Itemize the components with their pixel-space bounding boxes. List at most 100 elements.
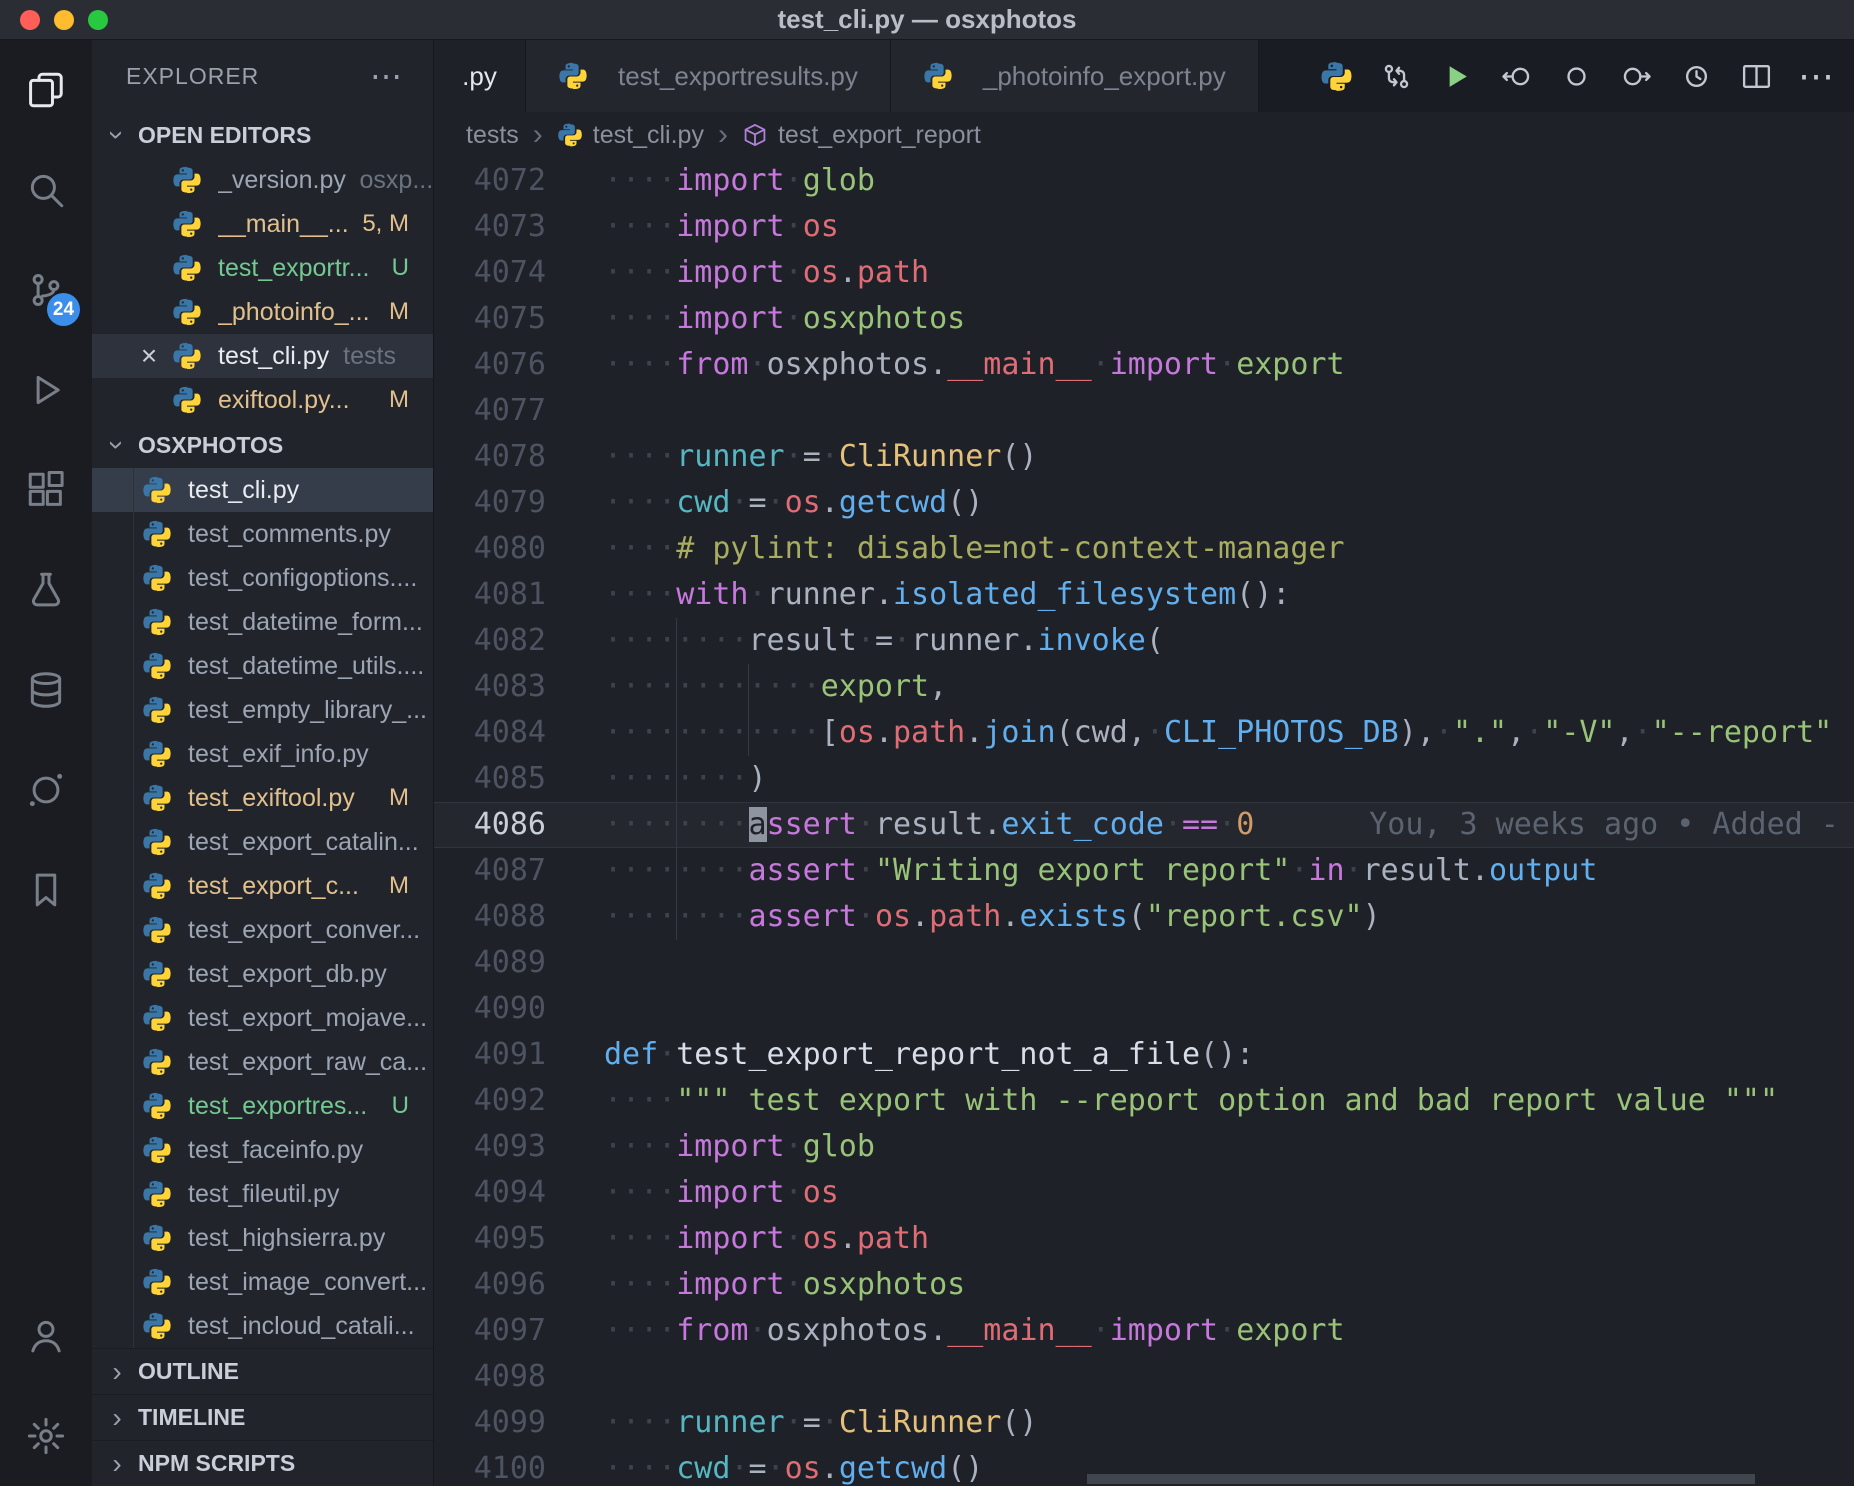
section-outline[interactable]: ›OUTLINE xyxy=(92,1348,433,1394)
run-below-icon[interactable] xyxy=(1606,40,1666,112)
code-line[interactable]: 4083············export, xyxy=(434,664,1854,710)
line-number[interactable]: 4078 xyxy=(434,434,584,480)
zoom-window-button[interactable] xyxy=(88,10,108,30)
open-editors-section-header[interactable]: › OPEN EDITORS xyxy=(92,112,433,158)
file-tree-item[interactable]: test_incloud_catali... xyxy=(92,1304,433,1348)
code-line[interactable]: 4095····import·os.path xyxy=(434,1216,1854,1262)
close-window-button[interactable] xyxy=(20,10,40,30)
file-tree-item[interactable]: test_image_convert... xyxy=(92,1260,433,1304)
file-tree-item[interactable]: test_exif_info.py xyxy=(92,732,433,776)
file-tree-item[interactable]: test_exiftool.pyM xyxy=(92,776,433,820)
line-number[interactable]: 4099 xyxy=(434,1400,584,1446)
line-number[interactable]: 4073 xyxy=(434,204,584,250)
code-line[interactable]: 4078····runner·=·CliRunner() xyxy=(434,434,1854,480)
section-timeline[interactable]: ›TIMELINE xyxy=(92,1394,433,1440)
python-logo-icon[interactable] xyxy=(1306,40,1366,112)
line-number[interactable]: 4093 xyxy=(434,1124,584,1170)
file-tree-item[interactable]: test_exportres...U xyxy=(92,1084,433,1128)
line-number[interactable]: 4077 xyxy=(434,388,584,434)
file-tree-item[interactable]: test_export_db.py xyxy=(92,952,433,996)
project-section-header[interactable]: › OSXPHOTOS xyxy=(92,422,433,468)
open-editor-item[interactable]: __main__...5, M xyxy=(92,202,433,246)
search-icon[interactable] xyxy=(0,140,92,240)
open-editor-item[interactable]: _photoinfo_...M xyxy=(92,290,433,334)
code-line[interactable]: 4080····# pylint: disable=not-context-ma… xyxy=(434,526,1854,572)
split-editor-icon[interactable] xyxy=(1726,40,1786,112)
code-line[interactable]: 4077 xyxy=(434,388,1854,434)
file-tree-item[interactable]: test_export_raw_ca... xyxy=(92,1040,433,1084)
open-editor-item[interactable]: exiftool.py...M xyxy=(92,378,433,422)
file-tree-item[interactable]: test_fileutil.py xyxy=(92,1172,433,1216)
code-line[interactable]: 4082········result·=·runner.invoke( xyxy=(434,618,1854,664)
horizontal-scrollbar[interactable] xyxy=(1087,1474,1754,1484)
extensions-icon[interactable] xyxy=(0,440,92,540)
run-python-file-button[interactable] xyxy=(1426,40,1486,112)
code-line[interactable]: 4085········) xyxy=(434,756,1854,802)
code-line[interactable]: 4079····cwd·=·os.getcwd() xyxy=(434,480,1854,526)
editor-tab[interactable]: .py xyxy=(434,40,526,112)
breadcrumb-item[interactable]: tests xyxy=(466,121,519,150)
settings-gear-icon[interactable] xyxy=(0,1386,92,1486)
line-number[interactable]: 4087 xyxy=(434,848,584,894)
file-tree-item[interactable]: test_highsierra.py xyxy=(92,1216,433,1260)
breadcrumb-item[interactable]: test_cli.py xyxy=(557,121,704,150)
file-tree-item[interactable]: test_comments.py xyxy=(92,512,433,556)
explorer-icon[interactable] xyxy=(0,40,92,140)
minimize-window-button[interactable] xyxy=(54,10,74,30)
line-number[interactable]: 4082 xyxy=(434,618,584,664)
code-line[interactable]: 4090 xyxy=(434,986,1854,1032)
code-line[interactable]: 4075····import·osxphotos xyxy=(434,296,1854,342)
close-editor-icon[interactable]: × xyxy=(126,340,172,372)
open-editor-item[interactable]: test_exportr...U xyxy=(92,246,433,290)
line-number[interactable]: 4090 xyxy=(434,986,584,1032)
run-debug-icon[interactable] xyxy=(0,340,92,440)
code-line[interactable]: 4076····from·osxphotos.__main__·import·e… xyxy=(434,342,1854,388)
account-icon[interactable] xyxy=(0,1286,92,1386)
line-number[interactable]: 4083 xyxy=(434,664,584,710)
file-tree-item[interactable]: test_configoptions.... xyxy=(92,556,433,600)
line-number[interactable]: 4085 xyxy=(434,756,584,802)
code-line[interactable]: 4072····import·glob xyxy=(434,158,1854,204)
code-line[interactable]: 4094····import·os xyxy=(434,1170,1854,1216)
code-line[interactable]: 4091def·test_export_report_not_a_file(): xyxy=(434,1032,1854,1078)
file-tree-item[interactable]: test_export_catalin... xyxy=(92,820,433,864)
code-line[interactable]: 4089 xyxy=(434,940,1854,986)
editor-tab[interactable]: test_exportresults.py xyxy=(526,40,891,112)
code-line[interactable]: 4084············[os.path.join(cwd,·CLI_P… xyxy=(434,710,1854,756)
database-icon[interactable] xyxy=(0,640,92,740)
code-line[interactable]: 4088········assert·os.path.exists("repor… xyxy=(434,894,1854,940)
line-number[interactable]: 4091 xyxy=(434,1032,584,1078)
line-number[interactable]: 4098 xyxy=(434,1354,584,1400)
line-number[interactable]: 4074 xyxy=(434,250,584,296)
code-line[interactable]: 4073····import·os xyxy=(434,204,1854,250)
line-number[interactable]: 4080 xyxy=(434,526,584,572)
file-tree-item[interactable]: test_export_mojave... xyxy=(92,996,433,1040)
line-number[interactable]: 4086 xyxy=(434,802,584,848)
section-npm-scripts[interactable]: ›NPM SCRIPTS xyxy=(92,1440,433,1486)
file-tree-item[interactable]: test_empty_library_... xyxy=(92,688,433,732)
code-line[interactable]: 4096····import·osxphotos xyxy=(434,1262,1854,1308)
editor-tab[interactable]: _photoinfo_export.py xyxy=(891,40,1259,112)
file-tree-item[interactable]: test_faceinfo.py xyxy=(92,1128,433,1172)
code-line[interactable]: 4097····from·osxphotos.__main__·import·e… xyxy=(434,1308,1854,1354)
run-cell-icon[interactable] xyxy=(1546,40,1606,112)
breadcrumb-item[interactable]: test_export_report xyxy=(742,121,981,150)
line-number[interactable]: 4079 xyxy=(434,480,584,526)
line-number[interactable]: 4076 xyxy=(434,342,584,388)
code-line[interactable]: 4081····with·runner.isolated_filesystem(… xyxy=(434,572,1854,618)
code-line[interactable]: 4086········assert·result.exit_code·==·0… xyxy=(434,802,1854,848)
line-number[interactable]: 4094 xyxy=(434,1170,584,1216)
line-number[interactable]: 4092 xyxy=(434,1078,584,1124)
open-editor-item[interactable]: ×test_cli.pytests xyxy=(92,334,433,378)
line-number[interactable]: 4096 xyxy=(434,1262,584,1308)
testing-beaker-icon[interactable] xyxy=(0,540,92,640)
code-line[interactable]: 4098 xyxy=(434,1354,1854,1400)
line-number[interactable]: 4088 xyxy=(434,894,584,940)
code-line[interactable]: 4087········assert·"Writing export repor… xyxy=(434,848,1854,894)
open-editor-item[interactable]: _version.pyosxp... xyxy=(92,158,433,202)
code-line[interactable]: 4093····import·glob xyxy=(434,1124,1854,1170)
line-number[interactable]: 4095 xyxy=(434,1216,584,1262)
more-actions-icon[interactable]: ⋯ xyxy=(370,60,403,92)
line-number[interactable]: 4089 xyxy=(434,940,584,986)
line-number[interactable]: 4097 xyxy=(434,1308,584,1354)
